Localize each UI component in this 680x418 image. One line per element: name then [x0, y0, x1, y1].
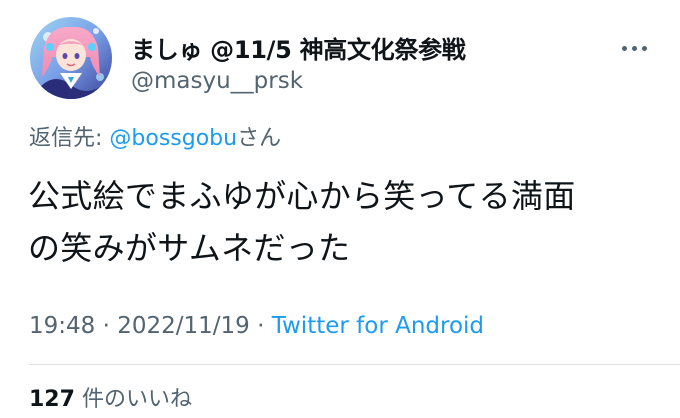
- tweet-source-link[interactable]: Twitter for Android: [272, 313, 484, 339]
- tweet-meta: 19:48 · 2022/11/19 · Twitter for Android: [29, 313, 484, 339]
- reply-to-line: 返信先: @bossgobuさん: [29, 120, 281, 152]
- more-horizontal-icon-dot: [641, 45, 647, 51]
- avatar[interactable]: [30, 17, 112, 99]
- tweet-text-line: の笑みがサムネだった: [28, 229, 351, 267]
- reply-prefix: 返信先:: [29, 126, 110, 151]
- meta-separator: ·: [95, 313, 118, 339]
- likes-count: 127: [29, 387, 75, 412]
- reply-suffix: さん: [237, 126, 282, 151]
- meta-separator: ·: [249, 313, 272, 339]
- more-horizontal-icon-dot: [631, 45, 637, 51]
- display-name[interactable]: ましゅ @11/5 神高文化祭参戦: [131, 30, 466, 65]
- likes-stat[interactable]: 127 件のいいね: [29, 381, 192, 413]
- tweet-detail: ましゅ @11/5 神高文化祭参戦 @masyu__prsk 返信先: @bos…: [0, 0, 680, 418]
- more-options-button[interactable]: [614, 36, 654, 60]
- reply-mention-link[interactable]: @bossgobu: [109, 126, 237, 151]
- tweet-text-line: 公式絵でまふゆが心から笑ってる満面: [28, 177, 576, 215]
- anime-girl-avatar-icon: [30, 17, 112, 99]
- tweet-text: 公式絵でまふゆが心から笑ってる満面 の笑みがサムネだった: [28, 170, 658, 274]
- divider: [29, 364, 680, 365]
- likes-label: 件のいいね: [81, 387, 192, 412]
- user-handle[interactable]: @masyu__prsk: [131, 68, 303, 94]
- more-horizontal-icon: [621, 45, 627, 51]
- tweet-time[interactable]: 19:48: [29, 313, 95, 339]
- tweet-date[interactable]: 2022/11/19: [117, 313, 250, 339]
